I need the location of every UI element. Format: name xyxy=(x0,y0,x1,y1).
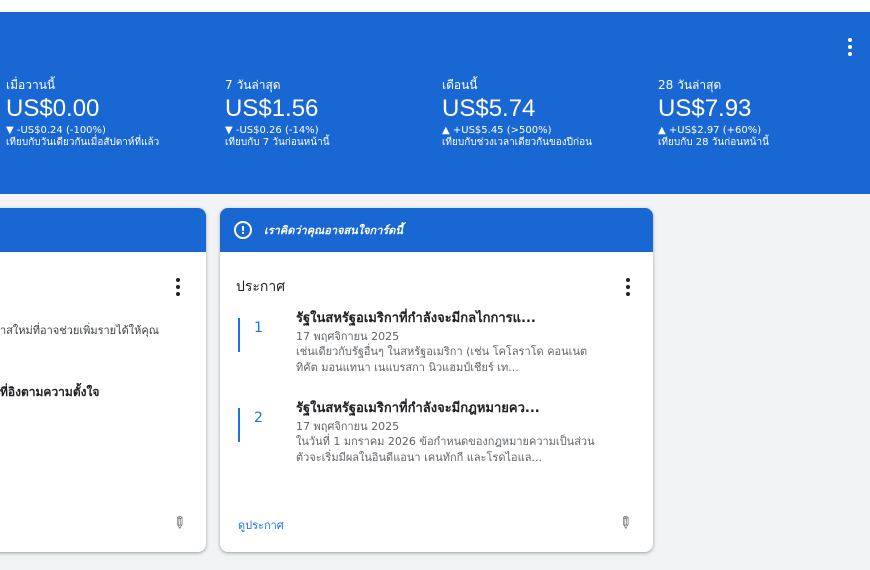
stat-label: 7 วันล่าสุด xyxy=(225,78,281,92)
announcement-title[interactable]: รัฐในสหรัฐอเมริกาที่กำลังจะมีกฎหมายคว... xyxy=(296,400,646,418)
announcement-desc: เช่นเดียวกับรัฐอื่นๆ ในสหรัฐอเมริกา (เช่… xyxy=(296,345,588,358)
card-header: ! เราคิดว่าคุณอาจสนใจการ์ดนี้ xyxy=(220,208,653,252)
announcement-title[interactable]: รัฐในสหรัฐอเมริกาที่กำลังจะมีกลไกการแ... xyxy=(296,310,646,328)
more-vert-icon[interactable] xyxy=(620,278,636,298)
announcement-desc: ทิคัต มอนแทนา เนแบรสกา นิวแฮมป์เชียร์ เท… xyxy=(296,361,519,374)
earnings-banner: เมื่อวานนี้ US$0.00 ▼ -US$0.24 (-100%) เ… xyxy=(0,12,870,194)
pin-icon[interactable]: ✎ xyxy=(612,510,637,535)
announcement-item[interactable]: 1 รัฐในสหรัฐอเมริกาที่กำลังจะมีกลไกการแ.… xyxy=(238,310,638,386)
stat-compare: เทียบกับ 7 วันก่อนหน้านี้ xyxy=(225,137,330,148)
more-vert-icon[interactable] xyxy=(842,38,858,58)
announcement-item[interactable]: 2 รัฐในสหรัฐอเมริกาที่กำลังจะมีกฎหมายคว.… xyxy=(238,400,638,476)
card-header xyxy=(0,208,206,252)
announcement-desc: ตัวจะเริ่มมีผลในอินดีแอนา เคนทักกี และโร… xyxy=(296,451,542,464)
announcement-bar xyxy=(238,408,240,442)
announcement-date: 17 พฤศจิกายน 2025 xyxy=(296,420,400,433)
stat-this-month[interactable]: เดือนนี้ US$5.74 ▲ +US$5.45 (>500%) เทีย… xyxy=(442,78,652,149)
stat-last-28-days[interactable]: 28 วันล่าสุด US$7.93 ▲ +US$2.97 (+60%) เ… xyxy=(658,78,868,149)
stat-change: ▲ +US$5.45 (>500%) xyxy=(442,125,552,136)
stat-compare: เทียบกับ 28 วันก่อนหน้านี้ xyxy=(658,137,769,148)
stat-value: US$7.93 xyxy=(658,95,752,122)
announcement-body: รัฐในสหรัฐอเมริกาที่กำลังจะมีกฎหมายคว...… xyxy=(296,400,646,466)
opportunity-card: าสใหม่ที่อาจช่วยเพิ่มรายได้ให้คุณ ที่อิง… xyxy=(0,208,206,552)
card-item-title[interactable]: ที่อิงตามความตั้งใจ xyxy=(0,383,99,402)
announcement-date: 17 พฤศจิกายน 2025 xyxy=(296,330,400,343)
stat-value: US$0.00 xyxy=(6,95,100,122)
more-vert-icon[interactable] xyxy=(170,278,186,298)
announcement-desc: ในวันที่ 1 มกราคม 2026 ข้อกำหนดของกฎหมาย… xyxy=(296,435,595,448)
pin-icon[interactable]: ✎ xyxy=(166,510,191,535)
stat-label: 28 วันล่าสุด xyxy=(658,78,722,92)
stat-compare: เทียบกับช่วงเวลาเดียวกันของปีก่อน xyxy=(442,137,592,148)
stat-change: ▼ -US$0.26 (-14%) xyxy=(225,125,319,136)
view-announcements-link[interactable]: ดูประกาศ xyxy=(238,516,284,534)
announcement-number: 1 xyxy=(254,320,263,336)
card-description: าสใหม่ที่อาจช่วยเพิ่มรายได้ให้คุณ xyxy=(0,324,159,337)
stat-value: US$1.56 xyxy=(225,95,319,122)
section-title: ประกาศ xyxy=(236,279,286,295)
stat-change: ▲ +US$2.97 (+60%) xyxy=(658,125,762,136)
stat-change: ▼ -US$0.24 (-100%) xyxy=(6,125,106,136)
stat-value: US$5.74 xyxy=(442,95,536,122)
announcement-number: 2 xyxy=(254,410,263,426)
alert-circle-icon: ! xyxy=(234,221,252,239)
stat-label: เดือนนี้ xyxy=(442,78,478,92)
top-bar xyxy=(0,0,870,12)
stat-label: เมื่อวานนี้ xyxy=(6,78,56,92)
stat-last-7-days[interactable]: 7 วันล่าสุด US$1.56 ▼ -US$0.26 (-14%) เท… xyxy=(225,78,435,149)
announcement-bar xyxy=(238,318,240,352)
stat-yesterday[interactable]: เมื่อวานนี้ US$0.00 ▼ -US$0.24 (-100%) เ… xyxy=(6,78,216,149)
stat-compare: เทียบกับวันเดียวกันเมื่อสัปดาห์ที่แล้ว xyxy=(6,137,160,148)
card-header-text: เราคิดว่าคุณอาจสนใจการ์ดนี้ xyxy=(264,224,403,237)
announcement-body: รัฐในสหรัฐอเมริกาที่กำลังจะมีกลไกการแ...… xyxy=(296,310,646,376)
announcements-card: ! เราคิดว่าคุณอาจสนใจการ์ดนี้ ประกาศ 1 ร… xyxy=(220,208,653,552)
